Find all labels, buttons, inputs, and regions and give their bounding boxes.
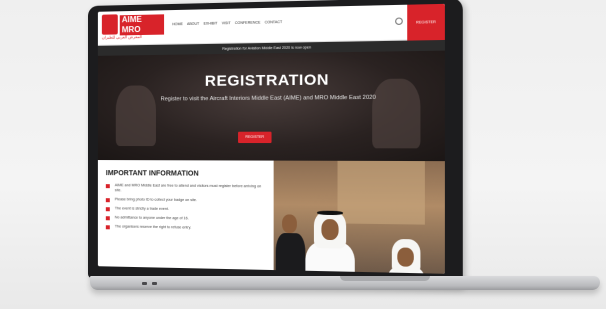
main-nav: HOME ABOUT EXHIBIT VISIT CONFERENCE CONT… bbox=[172, 20, 282, 26]
info-item-text: No admittance to anyone under the age of… bbox=[115, 215, 189, 220]
header-register-button[interactable]: REGISTER bbox=[407, 4, 445, 41]
laptop-scene: AIME MRO المعرض العربي للطيران HOME ABOU… bbox=[0, 0, 606, 309]
event-photo bbox=[274, 161, 445, 274]
nav-item-exhibit[interactable]: EXHIBIT bbox=[203, 21, 217, 25]
center-agal bbox=[317, 211, 343, 215]
nav-item-contact[interactable]: CONTACT bbox=[265, 20, 283, 24]
hero-seat-shape-right bbox=[372, 78, 420, 148]
search-icon[interactable] bbox=[395, 17, 403, 25]
logo-text: AIME MRO bbox=[120, 14, 164, 35]
bullet-icon bbox=[106, 216, 110, 220]
hero-title: REGISTRATION bbox=[98, 70, 445, 91]
nav-item-about[interactable]: ABOUT bbox=[187, 22, 199, 26]
bullet-icon bbox=[106, 207, 110, 211]
logo-mark-icon bbox=[102, 14, 118, 34]
list-item: Please bring photo ID to collect your ba… bbox=[106, 197, 265, 204]
info-title: IMPORTANT INFORMATION bbox=[106, 170, 265, 178]
bullet-icon bbox=[106, 225, 110, 229]
site-header: AIME MRO المعرض العربي للطيران HOME ABOU… bbox=[98, 4, 445, 46]
hero-banner: REGISTRATION Register to visit the Aircr… bbox=[98, 51, 445, 162]
list-item: AIME and MRO Middle East are free to att… bbox=[106, 183, 265, 194]
nav-item-visit[interactable]: VISIT bbox=[222, 21, 231, 25]
important-information-section: IMPORTANT INFORMATION AIME and MRO Middl… bbox=[98, 160, 274, 270]
suit-body bbox=[276, 233, 306, 274]
center-face bbox=[321, 219, 338, 240]
base-notch bbox=[340, 276, 430, 281]
logo-subtitle: المعرض العربي للطيران bbox=[102, 34, 142, 40]
list-item: The organisers reserve the right to refu… bbox=[106, 224, 265, 231]
info-list: AIME and MRO Middle East are free to att… bbox=[106, 183, 265, 232]
laptop-screen: AIME MRO المعرض العربي للطيران HOME ABOU… bbox=[98, 4, 445, 274]
nav-item-home[interactable]: HOME bbox=[172, 22, 183, 26]
info-item-text: The event is strictly a trade event. bbox=[115, 206, 169, 211]
right-face bbox=[397, 247, 414, 266]
hero-subtitle: Register to visit the Aircraft Interiors… bbox=[138, 93, 401, 103]
info-item-text: Please bring photo ID to collect your ba… bbox=[115, 197, 197, 202]
nav-item-conference[interactable]: CONFERENCE bbox=[235, 20, 261, 25]
port-icon bbox=[142, 282, 147, 285]
info-item-text: AIME and MRO Middle East are free to att… bbox=[115, 183, 261, 192]
port-icon bbox=[152, 282, 157, 285]
photo-booth-panel bbox=[338, 161, 425, 225]
bullet-icon bbox=[106, 184, 110, 188]
laptop-base bbox=[90, 276, 600, 290]
suit-face bbox=[282, 214, 297, 233]
bullet-icon bbox=[106, 198, 110, 202]
list-item: No admittance to anyone under the age of… bbox=[106, 215, 265, 222]
hero-seat-shape-left bbox=[116, 85, 156, 146]
laptop-lid: AIME MRO المعرض العربي للطيران HOME ABOU… bbox=[88, 0, 463, 287]
hero-register-button[interactable]: REGISTER bbox=[238, 132, 271, 143]
info-item-text: The organisers reserve the right to refu… bbox=[115, 224, 191, 229]
list-item: The event is strictly a trade event. bbox=[106, 206, 265, 213]
site-logo[interactable]: AIME MRO المعرض العربي للطيران bbox=[102, 13, 164, 40]
